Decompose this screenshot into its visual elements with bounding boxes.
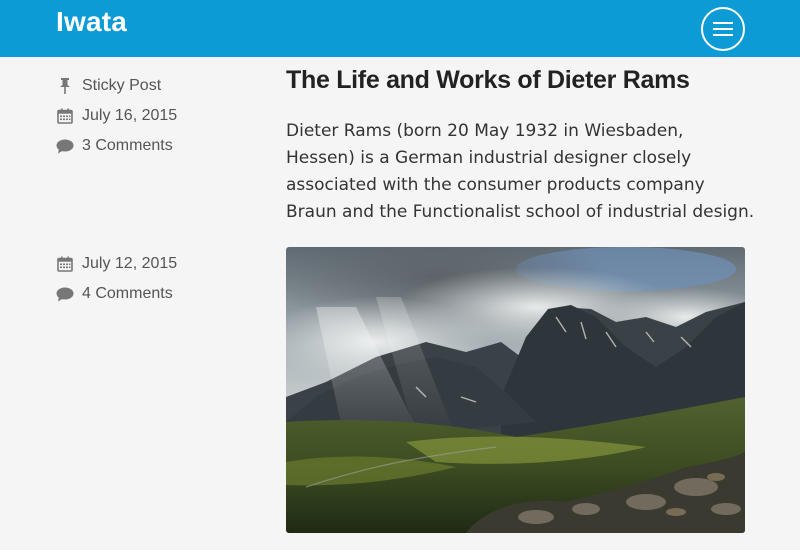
site-header: Iwata — [0, 0, 800, 57]
post-comments-link[interactable]: 4 Comments — [56, 279, 177, 309]
post-comments-link[interactable]: 3 Comments — [56, 131, 177, 161]
sticky-label-text: Sticky Post — [82, 77, 162, 94]
pin-icon — [56, 77, 74, 95]
post-featured-image[interactable] — [286, 247, 745, 533]
hamburger-menu-icon — [713, 22, 733, 36]
post-meta: Sticky Post July 16, 2015 3 Comments — [56, 71, 177, 161]
post-excerpt: Dieter Rams (born 20 May 1932 in Wiesbad… — [286, 121, 755, 222]
sticky-post-label: Sticky Post — [56, 71, 177, 101]
calendar-icon — [56, 107, 74, 125]
site-title[interactable]: Iwata — [56, 6, 127, 38]
comment-bubble-icon — [56, 137, 74, 155]
comment-bubble-icon — [56, 285, 74, 303]
post-meta: July 12, 2015 4 Comments — [56, 249, 177, 309]
post-date-text: July 16, 2015 — [82, 107, 178, 124]
post-date-text: July 12, 2015 — [82, 255, 178, 272]
comments-count-text: 4 Comments — [82, 285, 173, 302]
post-date[interactable]: July 16, 2015 — [56, 101, 177, 131]
post-title[interactable]: The Life and Works of Dieter Rams — [286, 66, 756, 95]
menu-button[interactable] — [701, 7, 745, 51]
mountain-landscape-image — [286, 247, 745, 533]
post-date[interactable]: July 12, 2015 — [56, 249, 177, 279]
calendar-icon — [56, 255, 74, 273]
comments-count-text: 3 Comments — [82, 137, 173, 154]
